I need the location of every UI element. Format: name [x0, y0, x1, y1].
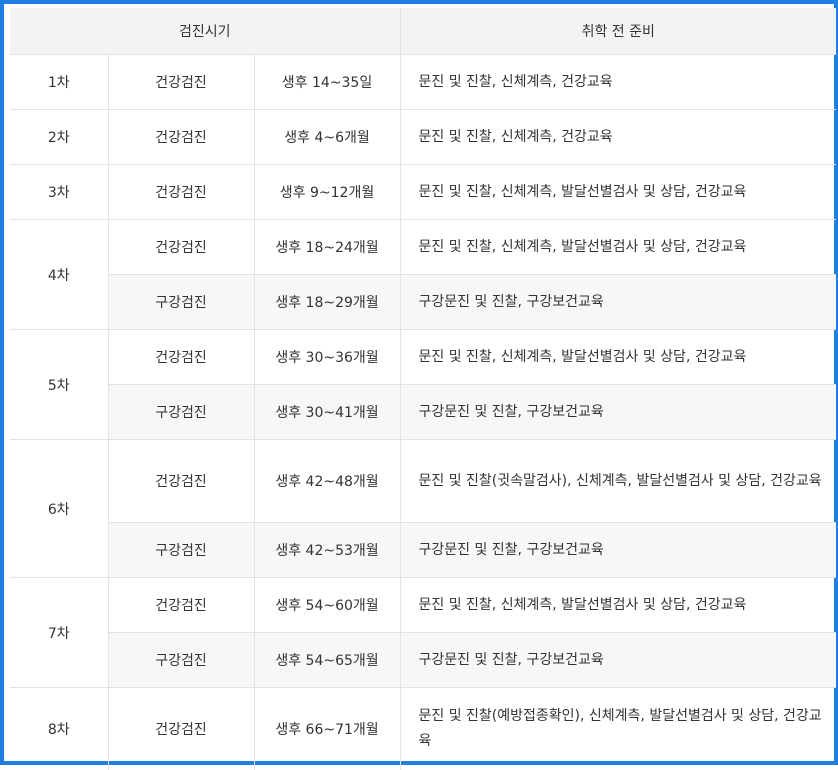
- content-cell: 구강문진 및 진찰, 구강보건교육: [400, 275, 836, 330]
- age-range-cell: 생후 4~6개월: [254, 110, 400, 165]
- age-range-cell: 생후 30~41개월: [254, 385, 400, 440]
- stage-cell: 4차: [10, 220, 108, 330]
- checkup-type-cell: 건강검진: [108, 330, 254, 385]
- age-range-cell: 생후 42~53개월: [254, 523, 400, 578]
- checkup-type-cell: 구강검진: [108, 275, 254, 330]
- checkup-type-cell: 구강검진: [108, 633, 254, 688]
- checkup-type-cell: 건강검진: [108, 165, 254, 220]
- table-row-dental: 구강검진 생후 18~29개월 구강문진 및 진찰, 구강보건교육: [10, 275, 836, 330]
- content-cell: 구강문진 및 진찰, 구강보건교육: [400, 385, 836, 440]
- checkup-type-cell: 건강검진: [108, 220, 254, 275]
- table-row-dental: 구강검진 생후 30~41개월 구강문진 및 진찰, 구강보건교육: [10, 385, 836, 440]
- table-frame: 검진시기 취학 전 준비 1차 건강검진 생후 14~35일 문진 및 진찰, …: [0, 0, 838, 765]
- header-checkup-period: 검진시기: [10, 8, 400, 55]
- table-row: 5차 건강검진 생후 30~36개월 문진 및 진찰, 신체계측, 발달선별검사…: [10, 330, 836, 385]
- table-row: 6차 건강검진 생후 42~48개월 문진 및 진찰(귓속말검사), 신체계측,…: [10, 440, 836, 523]
- checkup-type-cell: 구강검진: [108, 385, 254, 440]
- stage-cell: 3차: [10, 165, 108, 220]
- stage-cell: 7차: [10, 578, 108, 688]
- checkup-type-cell: 건강검진: [108, 578, 254, 633]
- checkup-type-cell: 건강검진: [108, 55, 254, 110]
- table-row: 8차 건강검진 생후 66~71개월 문진 및 진찰(예방접종확인), 신체계측…: [10, 688, 836, 770]
- table-row: 7차 건강검진 생후 54~60개월 문진 및 진찰, 신체계측, 발달선별검사…: [10, 578, 836, 633]
- age-range-cell: 생후 30~36개월: [254, 330, 400, 385]
- age-range-cell: 생후 14~35일: [254, 55, 400, 110]
- age-range-cell: 생후 66~71개월: [254, 688, 400, 770]
- content-cell: 문진 및 진찰, 신체계측, 발달선별검사 및 상담, 건강교육: [400, 330, 836, 385]
- table-row-dental: 구강검진 생후 54~65개월 구강문진 및 진찰, 구강보건교육: [10, 633, 836, 688]
- content-cell: 문진 및 진찰(귓속말검사), 신체계측, 발달선별검사 및 상담, 건강교육: [400, 440, 836, 523]
- checkup-schedule-table: 검진시기 취학 전 준비 1차 건강검진 생후 14~35일 문진 및 진찰, …: [10, 8, 836, 770]
- content-cell: 문진 및 진찰, 신체계측, 발달선별검사 및 상담, 건강교육: [400, 220, 836, 275]
- stage-cell: 5차: [10, 330, 108, 440]
- age-range-cell: 생후 18~24개월: [254, 220, 400, 275]
- content-cell: 문진 및 진찰, 신체계측, 발달선별검사 및 상담, 건강교육: [400, 578, 836, 633]
- checkup-type-cell: 건강검진: [108, 440, 254, 523]
- content-cell: 문진 및 진찰, 신체계측, 건강교육: [400, 55, 836, 110]
- checkup-type-cell: 건강검진: [108, 688, 254, 770]
- stage-cell: 2차: [10, 110, 108, 165]
- checkup-type-cell: 건강검진: [108, 110, 254, 165]
- table-row: 2차 건강검진 생후 4~6개월 문진 및 진찰, 신체계측, 건강교육: [10, 110, 836, 165]
- content-cell: 문진 및 진찰, 신체계측, 건강교육: [400, 110, 836, 165]
- stage-cell: 6차: [10, 440, 108, 578]
- table-header-row: 검진시기 취학 전 준비: [10, 8, 836, 55]
- table-row: 3차 건강검진 생후 9~12개월 문진 및 진찰, 신체계측, 발달선별검사 …: [10, 165, 836, 220]
- header-preschool-prep: 취학 전 준비: [400, 8, 836, 55]
- stage-cell: 8차: [10, 688, 108, 770]
- content-cell: 구강문진 및 진찰, 구강보건교육: [400, 523, 836, 578]
- table-row: 1차 건강검진 생후 14~35일 문진 및 진찰, 신체계측, 건강교육: [10, 55, 836, 110]
- table-row: 4차 건강검진 생후 18~24개월 문진 및 진찰, 신체계측, 발달선별검사…: [10, 220, 836, 275]
- age-range-cell: 생후 9~12개월: [254, 165, 400, 220]
- content-cell: 문진 및 진찰, 신체계측, 발달선별검사 및 상담, 건강교육: [400, 165, 836, 220]
- age-range-cell: 생후 18~29개월: [254, 275, 400, 330]
- content-cell: 구강문진 및 진찰, 구강보건교육: [400, 633, 836, 688]
- checkup-type-cell: 구강검진: [108, 523, 254, 578]
- age-range-cell: 생후 54~60개월: [254, 578, 400, 633]
- stage-cell: 1차: [10, 55, 108, 110]
- table-row-dental: 구강검진 생후 42~53개월 구강문진 및 진찰, 구강보건교육: [10, 523, 836, 578]
- age-range-cell: 생후 42~48개월: [254, 440, 400, 523]
- age-range-cell: 생후 54~65개월: [254, 633, 400, 688]
- content-cell: 문진 및 진찰(예방접종확인), 신체계측, 발달선별검사 및 상담, 건강교육: [400, 688, 836, 770]
